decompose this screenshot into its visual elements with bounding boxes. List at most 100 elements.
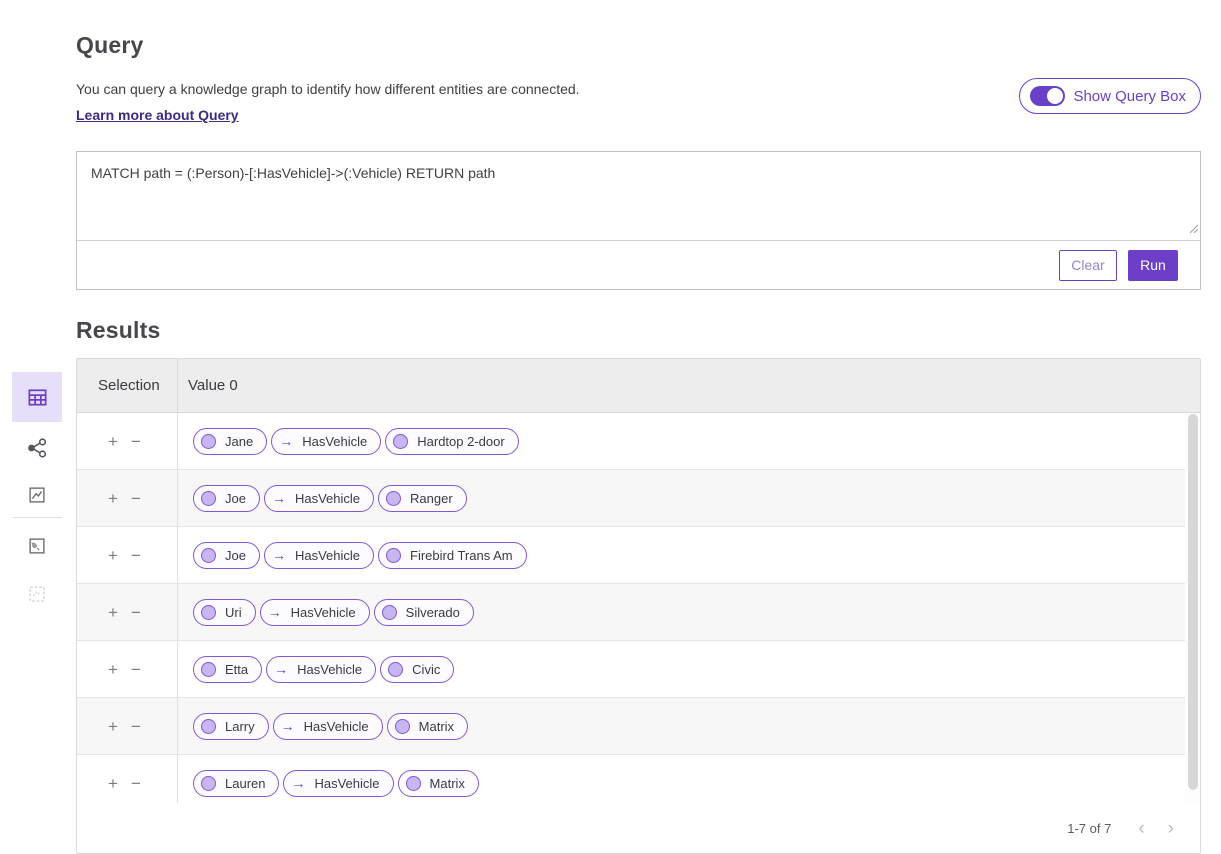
rail-divider [12,517,62,518]
table-view-icon [26,386,49,409]
node-pill[interactable]: Etta [193,656,262,683]
show-query-box-toggle[interactable]: Show Query Box [1019,78,1201,114]
edge-label: HasVehicle [297,662,362,677]
add-to-graph-button[interactable]: + [108,490,118,507]
selection-cell: + − [77,584,178,640]
pagination-range: 1-7 of 7 [1067,821,1111,836]
value-cell: Jane → HasVehicle Hardtop 2-door [178,413,1185,469]
empty-view-icon [26,583,48,605]
node-pill[interactable]: Hardtop 2-door [385,428,518,455]
node-pill[interactable]: Jane [193,428,267,455]
query-input[interactable]: MATCH path = (:Person)-[:HasVehicle]->(:… [77,152,1200,240]
edge-label: HasVehicle [291,605,356,620]
add-to-graph-button[interactable]: + [108,604,118,621]
node-label: Joe [225,548,246,563]
edge-pill[interactable]: → HasVehicle [271,428,381,455]
node-icon [388,662,403,677]
node-label: Ranger [410,491,453,506]
node-pill[interactable]: Matrix [398,770,479,797]
edge-pill[interactable]: → HasVehicle [264,485,374,512]
node-pill[interactable]: Joe [193,485,260,512]
graph-view-button[interactable] [12,430,62,466]
node-label: Jane [225,434,253,449]
edge-pill[interactable]: → HasVehicle [273,713,383,740]
query-box: MATCH path = (:Person)-[:HasVehicle]->(:… [76,151,1201,290]
node-icon [201,491,216,506]
node-label: Firebird Trans Am [410,548,513,563]
node-icon [406,776,421,791]
table-row: + − Larry → HasVehicle [77,698,1185,755]
table-row: + − Lauren → HasVehicle [77,755,1185,803]
node-label: Larry [225,719,255,734]
map-view-button[interactable] [12,528,62,564]
remove-from-graph-button[interactable]: − [131,718,141,735]
table-row: + − Joe → HasVehicle [77,527,1185,584]
node-label: Hardtop 2-door [417,434,504,449]
node-pill[interactable]: Silverado [374,599,474,626]
map-view-icon [26,535,48,557]
table-view-button[interactable] [12,372,62,422]
edge-pill[interactable]: → HasVehicle [264,542,374,569]
add-to-graph-button[interactable]: + [108,775,118,792]
table-footer: 1-7 of 7 ‹ › [77,803,1200,853]
node-label: Civic [412,662,440,677]
selection-cell: + − [77,527,178,583]
add-to-graph-button[interactable]: + [108,547,118,564]
edge-pill[interactable]: → HasVehicle [260,599,370,626]
scrollbar-thumb[interactable] [1188,414,1198,790]
node-pill[interactable]: Civic [380,656,454,683]
node-icon [201,605,216,620]
toggle-switch-icon[interactable] [1030,86,1065,106]
remove-from-graph-button[interactable]: − [131,490,141,507]
table-row: + − Joe → HasVehicle [77,470,1185,527]
prev-page-icon[interactable]: ‹ [1138,819,1144,838]
node-label: Lauren [225,776,265,791]
remove-from-graph-button[interactable]: − [131,604,141,621]
edge-arrow-icon: → [281,719,295,733]
empty-view-button[interactable] [12,576,62,612]
table-rows: + − Jane → HasVehicle [77,413,1185,803]
remove-from-graph-button[interactable]: − [131,661,141,678]
node-pill[interactable]: Joe [193,542,260,569]
node-icon [395,719,410,734]
remove-from-graph-button[interactable]: − [131,547,141,564]
node-pill[interactable]: Uri [193,599,256,626]
column-header-selection: Selection [77,359,178,412]
chart-view-button[interactable] [12,477,62,513]
table-row: + − Etta → HasVehicle [77,641,1185,698]
next-page-icon[interactable]: › [1168,819,1174,838]
edge-label: HasVehicle [302,434,367,449]
node-pill[interactable]: Ranger [378,485,467,512]
edge-pill[interactable]: → HasVehicle [266,656,376,683]
node-icon [393,434,408,449]
node-icon [201,548,216,563]
node-icon [201,719,216,734]
node-pill[interactable]: Matrix [387,713,468,740]
edge-arrow-icon: → [268,605,282,619]
node-icon [201,776,216,791]
node-pill[interactable]: Firebird Trans Am [378,542,527,569]
node-pill[interactable]: Lauren [193,770,279,797]
table-scrollbar[interactable] [1185,413,1200,803]
add-to-graph-button[interactable]: + [108,718,118,735]
run-button[interactable]: Run [1128,250,1178,281]
add-to-graph-button[interactable]: + [108,661,118,678]
node-label: Etta [225,662,248,677]
table-body: + − Jane → HasVehicle [77,413,1200,803]
clear-button[interactable]: Clear [1059,250,1117,281]
node-label: Matrix [419,719,454,734]
learn-more-link[interactable]: Learn more about Query [76,107,239,123]
remove-from-graph-button[interactable]: − [131,775,141,792]
column-header-value: Value 0 [178,377,238,394]
node-pill[interactable]: Larry [193,713,269,740]
remove-from-graph-button[interactable]: − [131,433,141,450]
add-to-graph-button[interactable]: + [108,433,118,450]
edge-label: HasVehicle [295,548,360,563]
node-icon [382,605,397,620]
chart-view-icon [26,484,48,506]
edge-pill[interactable]: → HasVehicle [283,770,393,797]
selection-cell: + − [77,470,178,526]
node-label: Silverado [406,605,460,620]
value-cell: Uri → HasVehicle Silverado [178,584,1185,640]
edge-label: HasVehicle [314,776,379,791]
